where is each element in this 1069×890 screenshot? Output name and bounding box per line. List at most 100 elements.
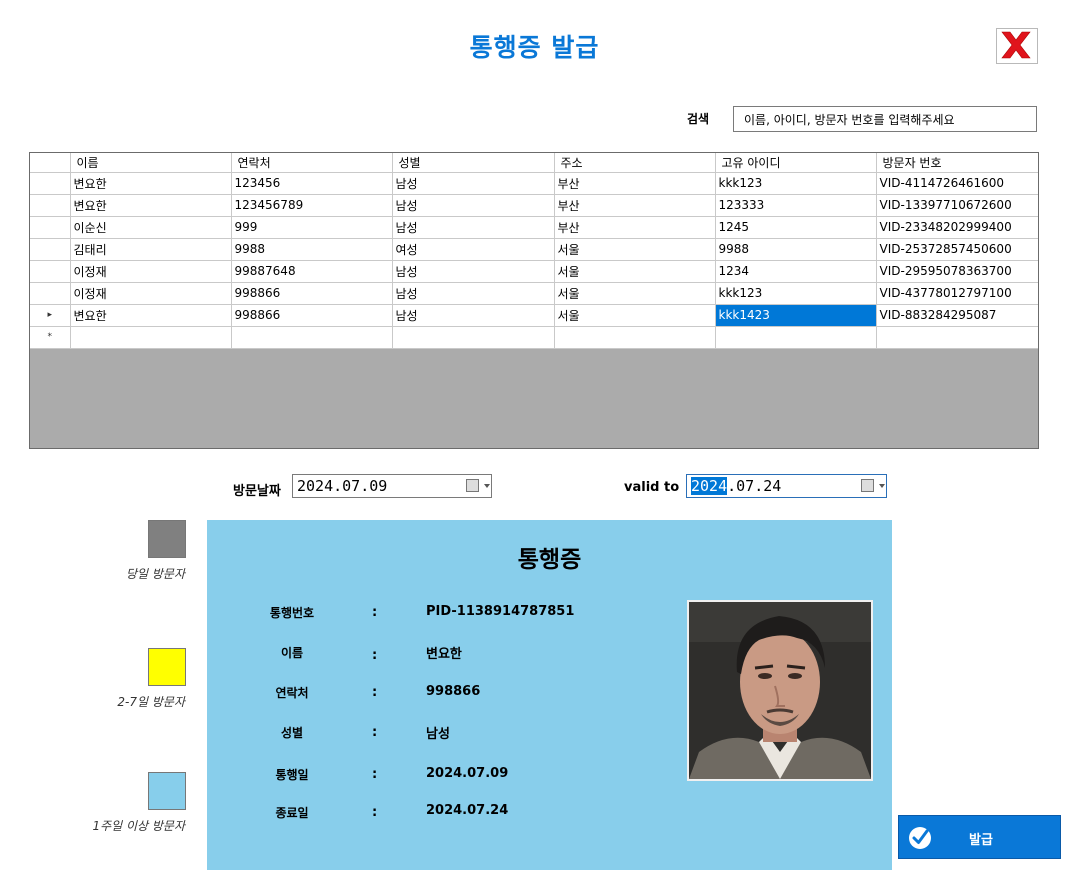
row-header[interactable]: [30, 215, 71, 239]
valid-to-date-rest: .07.24: [727, 477, 782, 495]
table-row[interactable]: 변요한 123456789 남성 부산 123333 VID-133977106…: [30, 193, 1038, 217]
pass-label-contact: 연락처: [275, 686, 309, 700]
table-cell[interactable]: 이정재: [69, 259, 232, 283]
table-cell[interactable]: 서울: [553, 281, 716, 305]
table-cell[interactable]: VID-13397710672600: [875, 193, 1038, 217]
visitor-grid[interactable]: 이름 연락처 성별 주소 고유 아이디 방문자 번호 변요한 123456 남성…: [29, 152, 1039, 449]
table-cell[interactable]: 서울: [553, 259, 716, 283]
table-cell[interactable]: 123333: [714, 193, 877, 217]
table-cell[interactable]: 서울: [553, 237, 716, 261]
table-cell[interactable]: kkk123: [714, 281, 877, 305]
grid-header-row: 이름 연락처 성별 주소 고유 아이디 방문자 번호: [30, 153, 1038, 173]
table-cell[interactable]: 1245: [714, 215, 877, 239]
new-row[interactable]: *: [30, 325, 1038, 349]
table-row[interactable]: 변요한 123456 남성 부산 kkk123 VID-411472646160…: [30, 171, 1038, 195]
table-cell[interactable]: 변요한: [69, 303, 232, 327]
table-cell[interactable]: 이순신: [69, 215, 232, 239]
table-cell[interactable]: 123456: [230, 171, 393, 195]
check-circle-icon: [909, 827, 931, 849]
column-header-contact[interactable]: 연락처: [230, 153, 393, 173]
legend-label-week-plus: 1주일 이상 방문자: [92, 819, 185, 833]
selected-cell[interactable]: kkk1423: [714, 303, 877, 327]
table-cell[interactable]: 변요한: [69, 171, 232, 195]
table-cell[interactable]: [553, 325, 716, 349]
legend-label-2-7-days: 2-7일 방문자: [117, 695, 185, 709]
page-title: 통행증 발급: [469, 33, 600, 62]
table-cell[interactable]: [714, 325, 877, 349]
close-icon: [1001, 31, 1031, 59]
calendar-icon[interactable]: [466, 479, 479, 492]
table-cell[interactable]: 9988: [230, 237, 393, 261]
table-cell[interactable]: 김태리: [69, 237, 232, 261]
table-row[interactable]: 이순신 999 남성 부산 1245 VID-23348202999400: [30, 215, 1038, 239]
table-cell[interactable]: 부산: [553, 215, 716, 239]
calendar-icon[interactable]: [861, 479, 874, 492]
row-header[interactable]: [30, 193, 71, 217]
visit-date-picker[interactable]: 2024.07.09: [292, 474, 492, 498]
table-row[interactable]: 이정재 998866 남성 서울 kkk123 VID-437780127971…: [30, 281, 1038, 305]
pass-card: 통행증 통행번호 : PID-1138914787851 이름 : 변요한 연락…: [207, 520, 892, 870]
pass-title: 통행증: [517, 547, 582, 573]
chevron-down-icon[interactable]: [879, 484, 885, 488]
pass-colon: :: [372, 805, 378, 820]
table-cell[interactable]: 남성: [391, 281, 555, 305]
table-cell[interactable]: 부산: [553, 193, 716, 217]
search-input[interactable]: 이름, 아이디, 방문자 번호를 입력해주세요: [733, 106, 1037, 132]
row-header[interactable]: [30, 237, 71, 261]
table-cell[interactable]: 1234: [714, 259, 877, 283]
table-cell[interactable]: 123456789: [230, 193, 393, 217]
table-cell[interactable]: 부산: [553, 171, 716, 195]
pass-value-name: 변요한: [426, 647, 462, 662]
table-cell[interactable]: [391, 325, 555, 349]
table-cell[interactable]: VID-29595078363700: [875, 259, 1038, 283]
table-cell[interactable]: 남성: [391, 215, 555, 239]
table-cell[interactable]: 남성: [391, 303, 555, 327]
table-row[interactable]: 이정재 99887648 남성 서울 1234 VID-295950783637…: [30, 259, 1038, 283]
table-cell[interactable]: [230, 325, 393, 349]
table-cell[interactable]: 998866: [230, 303, 393, 327]
table-cell[interactable]: VID-883284295087: [875, 303, 1038, 327]
issue-button-label: 발급: [969, 833, 993, 848]
new-row-indicator[interactable]: *: [30, 325, 71, 349]
valid-to-label: valid to: [624, 480, 680, 495]
column-header-name[interactable]: 이름: [69, 153, 232, 173]
column-header-unique-id[interactable]: 고유 아이디: [714, 153, 877, 173]
chevron-down-icon[interactable]: [484, 484, 490, 488]
legend-swatch-2-7-days: [148, 648, 186, 686]
column-header-gender[interactable]: 성별: [391, 153, 555, 173]
table-cell[interactable]: 남성: [391, 259, 555, 283]
table-cell[interactable]: 여성: [391, 237, 555, 261]
table-cell[interactable]: 남성: [391, 171, 555, 195]
table-cell[interactable]: kkk123: [714, 171, 877, 195]
table-cell[interactable]: VID-25372857450600: [875, 237, 1038, 261]
table-cell[interactable]: VID-4114726461600: [875, 171, 1038, 195]
close-button[interactable]: [996, 28, 1038, 64]
column-header-visitor-number[interactable]: 방문자 번호: [875, 153, 1038, 173]
table-cell[interactable]: VID-43778012797100: [875, 281, 1038, 305]
row-header[interactable]: [30, 281, 71, 305]
table-cell[interactable]: 변요한: [69, 193, 232, 217]
table-cell[interactable]: 이정재: [69, 281, 232, 305]
current-row-indicator[interactable]: ▸: [30, 303, 71, 327]
pass-label-end-date: 종료일: [275, 806, 309, 820]
pass-value-pass-number: PID-1138914787851: [426, 604, 575, 619]
table-cell[interactable]: [875, 325, 1038, 349]
table-cell[interactable]: 999: [230, 215, 393, 239]
legend-swatch-same-day: [148, 520, 186, 558]
table-cell[interactable]: 남성: [391, 193, 555, 217]
table-cell[interactable]: 998866: [230, 281, 393, 305]
row-header[interactable]: [30, 171, 71, 195]
table-cell[interactable]: VID-23348202999400: [875, 215, 1038, 239]
column-header-address[interactable]: 주소: [553, 153, 716, 173]
table-cell[interactable]: 9988: [714, 237, 877, 261]
valid-to-date-picker[interactable]: 2024.07.24: [686, 474, 887, 498]
table-cell[interactable]: 99887648: [230, 259, 393, 283]
row-header[interactable]: [30, 259, 71, 283]
pass-label-pass-number: 통행번호: [269, 606, 315, 620]
issue-button[interactable]: 발급: [898, 815, 1061, 859]
table-cell[interactable]: [69, 325, 232, 349]
visitor-photo: [687, 600, 873, 781]
table-row[interactable]: 김태리 9988 여성 서울 9988 VID-25372857450600: [30, 237, 1038, 261]
table-cell[interactable]: 서울: [553, 303, 716, 327]
table-row-current[interactable]: ▸ 변요한 998866 남성 서울 kkk1423 VID-883284295…: [30, 303, 1038, 327]
